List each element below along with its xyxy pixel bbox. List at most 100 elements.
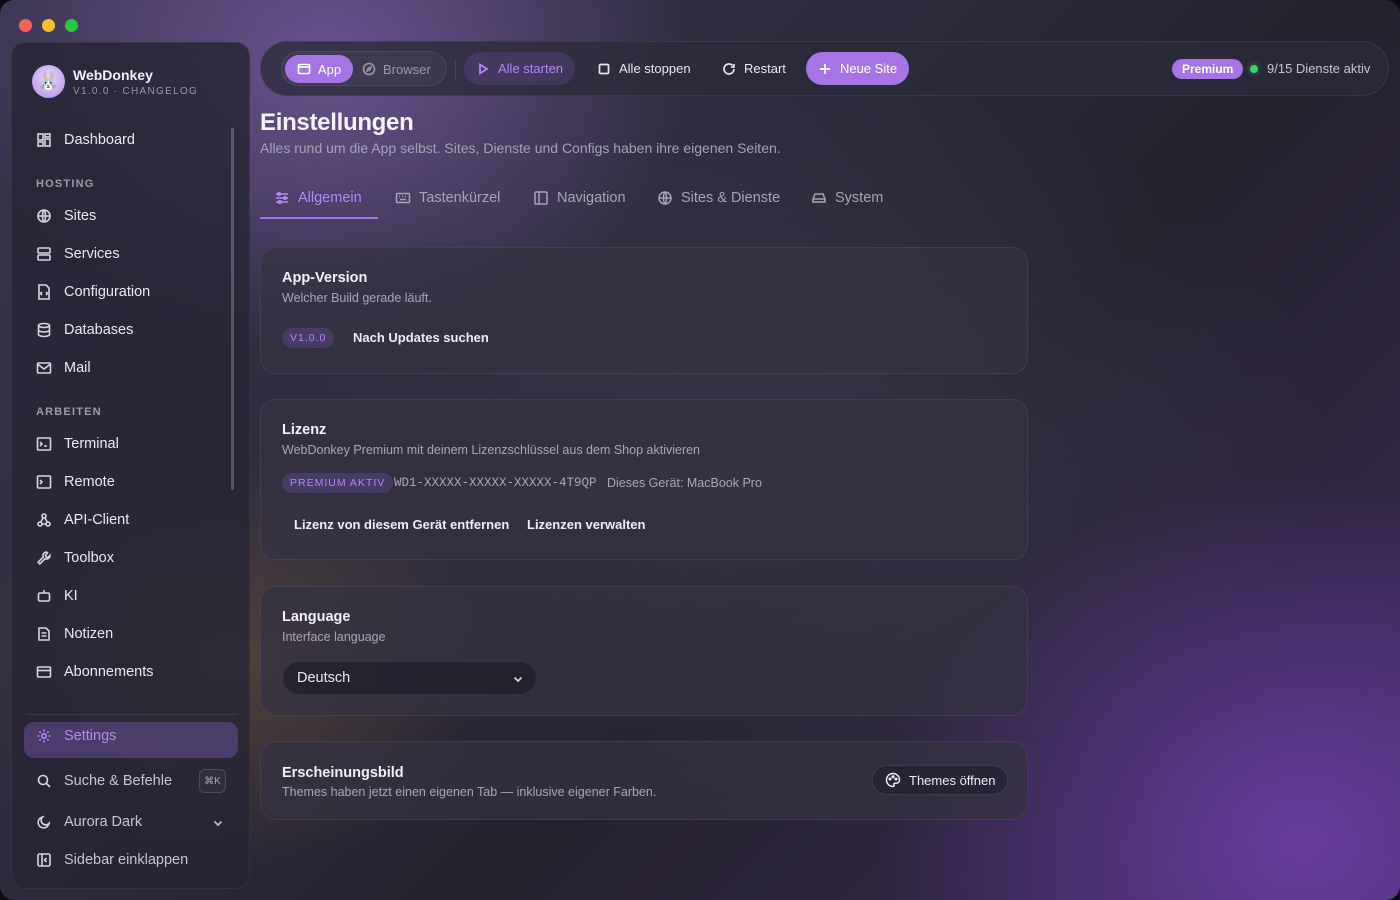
sidebar-item-notizen[interactable]: Notizen — [36, 622, 113, 646]
sidebar-item-api-client[interactable]: API-Client — [36, 508, 129, 532]
sidebar-item-ki[interactable]: KI — [36, 584, 78, 608]
window-icon — [297, 63, 311, 75]
sidebar-item-label: KI — [64, 588, 78, 604]
open-themes-button[interactable]: Themes öffnen — [872, 765, 1009, 795]
sidebar-item-terminal[interactable]: Terminal — [36, 432, 119, 456]
sidebar-item-label: Terminal — [64, 436, 119, 452]
chevron-down-icon[interactable] — [212, 816, 224, 834]
top-toolbar: App Browser Alle starten Alle stoppen Re… — [260, 41, 1389, 96]
donkey-logo-icon: 🐰 — [32, 65, 65, 98]
license-device: Dieses Gerät: MacBook Pro — [607, 476, 762, 490]
gear-icon — [37, 729, 51, 743]
chevron-down-icon — [513, 676, 523, 683]
remove-license-button[interactable]: Lizenz von diesem Gerät entfernen — [294, 517, 509, 532]
stop-all-label: Alle stoppen — [619, 61, 691, 76]
tab-tastenkuerzel[interactable]: Tastenkürzel — [395, 190, 500, 206]
toolbar-divider — [455, 59, 456, 79]
zoom-window-button[interactable] — [65, 19, 78, 32]
check-updates-button[interactable]: Nach Updates suchen — [353, 330, 489, 345]
card-app-version: App-Version Welcher Build gerade läuft. … — [260, 247, 1028, 374]
manage-licenses-button[interactable]: Lizenzen verwalten — [527, 517, 645, 532]
tab-label: System — [835, 190, 884, 206]
theme-switcher[interactable]: Aurora Dark — [36, 810, 142, 834]
restart-button[interactable]: Restart — [722, 52, 786, 85]
sidebar-collapse-icon — [37, 853, 51, 867]
start-all-button[interactable]: Alle starten — [464, 52, 576, 85]
sidebar-item-label: Settings — [64, 728, 117, 744]
webhook-icon — [37, 513, 51, 527]
palette-icon — [885, 772, 901, 788]
sidebar-scrollbar[interactable] — [231, 128, 234, 490]
app-mode-button[interactable]: App — [285, 55, 353, 83]
section-arbeiten: ARBEITEN — [36, 406, 102, 418]
new-site-button[interactable]: Neue Site — [806, 52, 909, 85]
page-subtitle: Alles rund um die App selbst. Sites, Die… — [260, 140, 781, 156]
sidebar-item-dashboard[interactable]: Dashboard — [36, 128, 135, 152]
view-mode-toggle: App Browser — [281, 51, 447, 86]
search-icon — [37, 774, 51, 788]
license-key: WD1-XXXXX-XXXXX-XXXXX-4T9QP — [394, 476, 597, 490]
stop-icon — [598, 63, 610, 74]
language-select[interactable]: Deutsch — [282, 661, 537, 695]
server-icon — [37, 247, 51, 261]
theme-label: Aurora Dark — [64, 814, 143, 830]
play-icon — [479, 62, 489, 75]
close-window-button[interactable] — [19, 19, 32, 32]
card-appearance: Erscheinungsbild Themes haben jetzt eine… — [260, 741, 1028, 820]
dashboard-icon — [37, 133, 51, 147]
compass-icon — [362, 62, 376, 76]
app-mode-label: App — [317, 61, 342, 77]
bot-icon — [37, 590, 51, 602]
sidebar-item-services[interactable]: Services — [36, 242, 120, 266]
card-title: Language — [282, 609, 351, 625]
license-status-badge: PREMIUM AKTIV — [282, 473, 394, 493]
sidebar-item-mail[interactable]: Mail — [36, 356, 91, 380]
mail-icon — [36, 362, 52, 374]
sidebar-item-search[interactable]: Suche & Befehle — [36, 769, 172, 793]
sidebar-item-databases[interactable]: Databases — [36, 318, 133, 342]
search-shortcut-badge: ⌘K — [199, 769, 226, 793]
card-license: Lizenz WebDonkey Premium mit deinem Lize… — [260, 399, 1028, 560]
brand-version-changelog[interactable]: V1.0.0 · CHANGELOG — [73, 86, 198, 97]
sliders-icon — [276, 191, 288, 205]
minimize-window-button[interactable] — [42, 19, 55, 32]
database-icon — [37, 322, 51, 338]
start-all-label: Alle starten — [498, 61, 564, 76]
tab-navigation[interactable]: Navigation — [533, 190, 626, 206]
card-title: Erscheinungsbild — [282, 765, 404, 781]
active-tab-indicator — [260, 217, 378, 219]
stop-all-button[interactable]: Alle stoppen — [597, 52, 691, 85]
sidebar-item-label: Sidebar einklappen — [64, 852, 189, 868]
premium-badge: Premium — [1172, 59, 1244, 79]
sidebar-item-configuration[interactable]: Configuration — [36, 280, 150, 304]
tab-label: Tastenkürzel — [419, 190, 501, 206]
card-subtitle: Welcher Build gerade läuft. — [282, 291, 432, 305]
keyboard-icon — [395, 192, 411, 204]
tab-allgemein[interactable]: Allgemein — [274, 190, 362, 206]
sidebar-item-label: Configuration — [64, 284, 151, 300]
sidebar-item-remote[interactable]: Remote — [36, 470, 115, 494]
credit-card-icon — [36, 666, 52, 678]
tab-sites-dienste[interactable]: Sites & Dienste — [657, 190, 780, 206]
sidebar-collapse-button[interactable]: Sidebar einklappen — [36, 848, 188, 872]
sidebar-item-label: Toolbox — [64, 550, 114, 566]
sidebar-item-sites[interactable]: Sites — [36, 204, 96, 228]
file-code-icon — [38, 284, 50, 300]
browser-mode-button[interactable]: Browser — [362, 55, 431, 83]
sidebar-item-label: Sites — [64, 208, 97, 224]
sidebar-item-toolbox[interactable]: Toolbox — [36, 546, 114, 570]
restart-label: Restart — [744, 61, 786, 76]
brand[interactable]: 🐰 WebDonkey V1.0.0 · CHANGELOG — [32, 65, 198, 98]
sidebar-divider — [26, 714, 238, 715]
sidebar-item-label: Remote — [64, 474, 115, 490]
tab-system[interactable]: System — [811, 190, 883, 206]
page-title: Einstellungen — [260, 109, 414, 136]
sidebar-item-label: Dashboard — [64, 132, 135, 148]
sidebar-item-settings[interactable]: Settings — [24, 722, 238, 758]
sidebar-item-label: Mail — [64, 360, 91, 376]
sidebar-item-label: Notizen — [64, 626, 114, 642]
sidebar-item-label: Services — [64, 246, 120, 262]
tab-label: Navigation — [557, 190, 626, 206]
panel-left-icon — [534, 191, 548, 205]
sidebar-item-abonnements[interactable]: Abonnements — [36, 660, 153, 684]
